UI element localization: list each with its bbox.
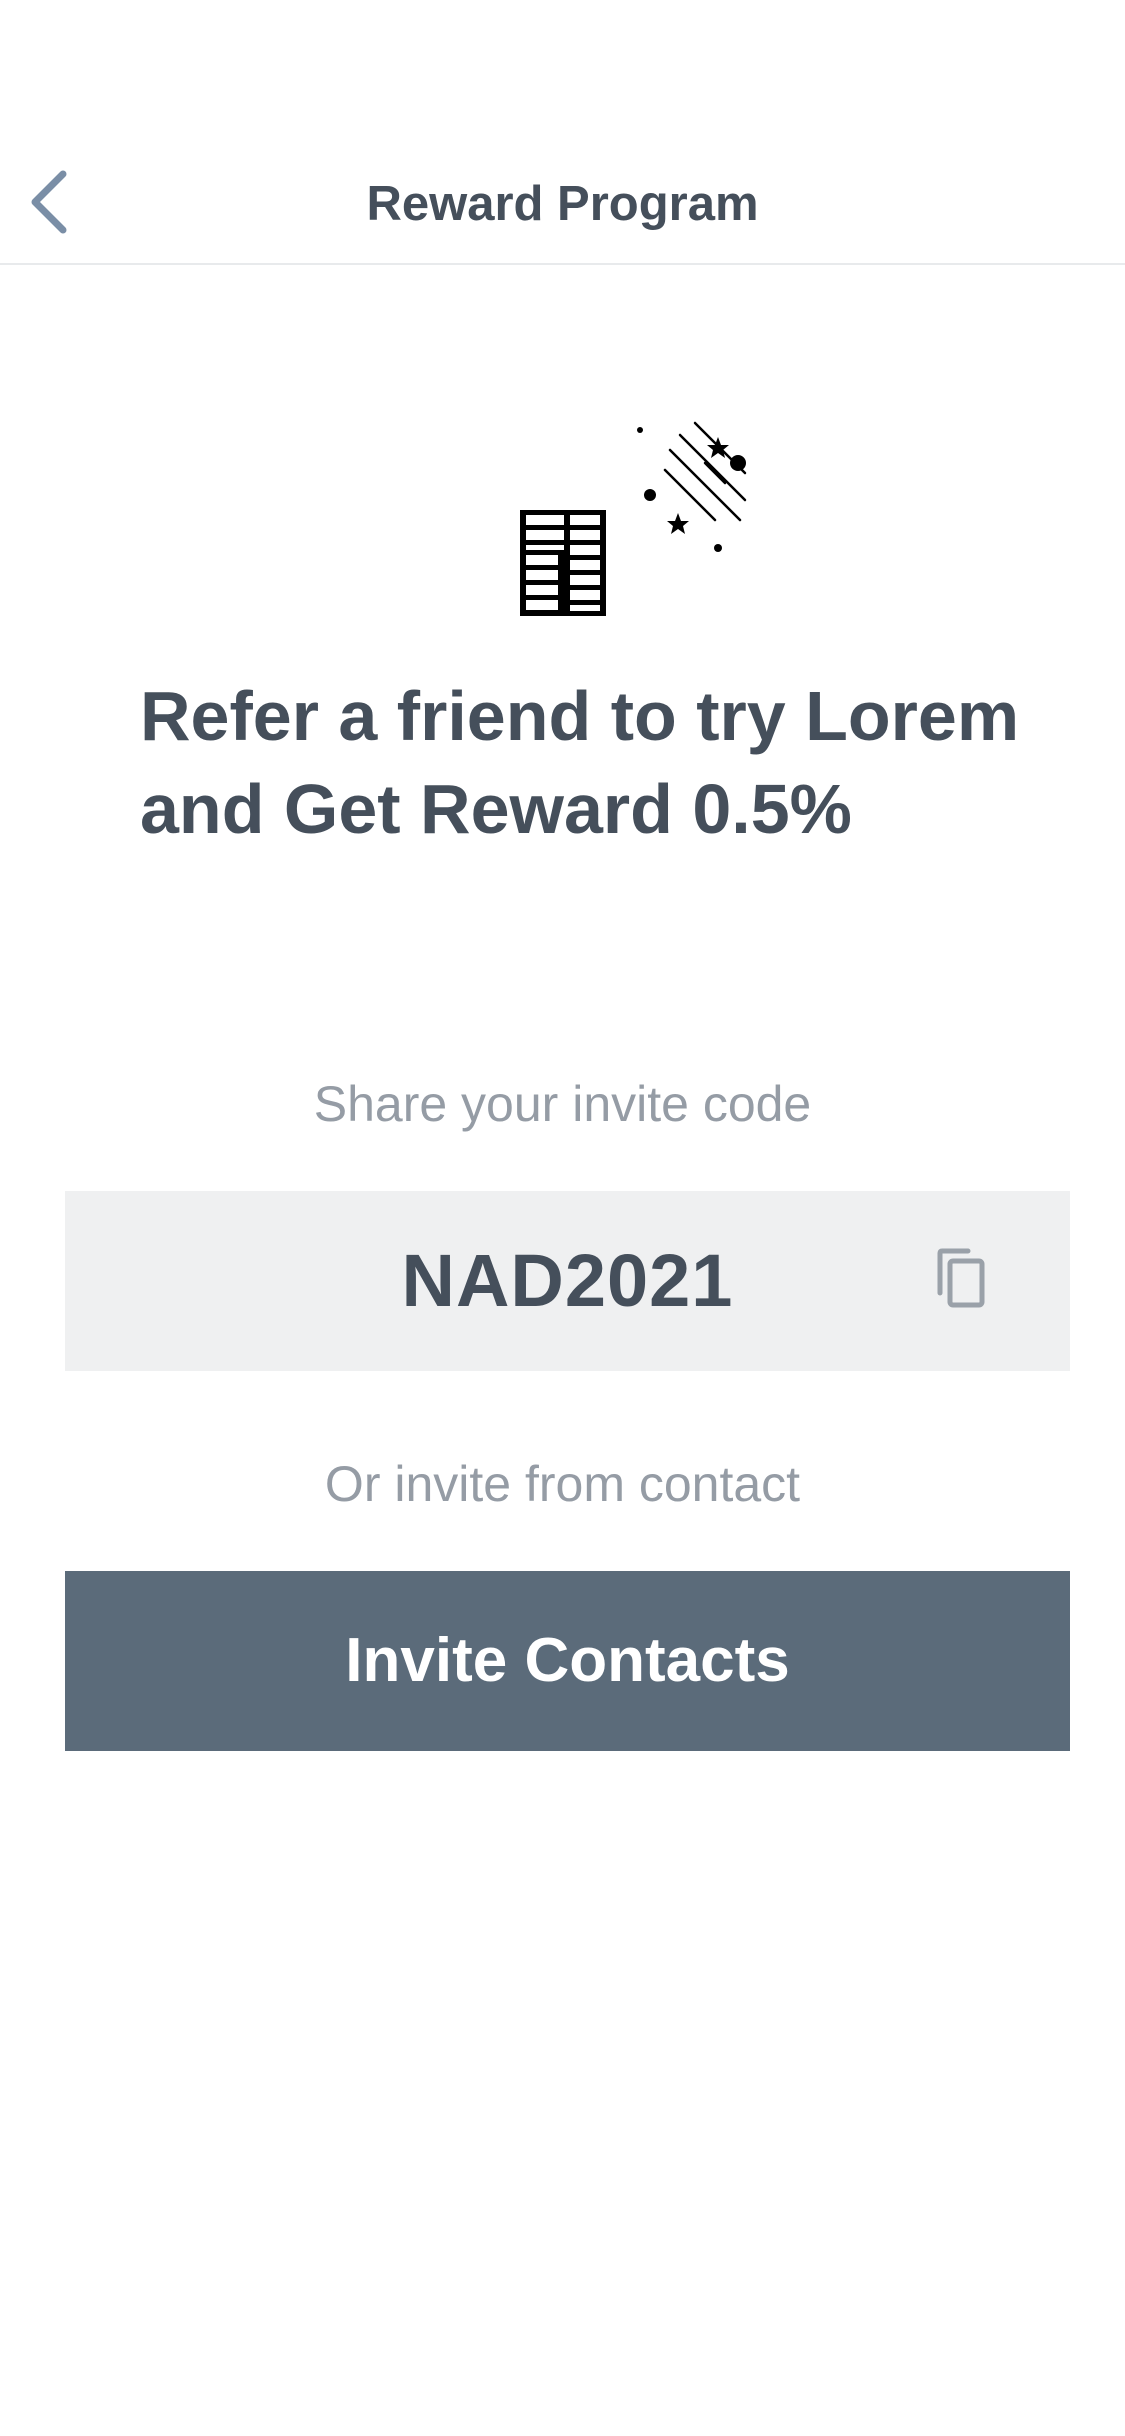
referral-headline: Refer a friend to try Lorem and Get Rewa… xyxy=(140,670,1040,856)
copy-icon xyxy=(932,1247,988,1316)
invite-code: NAD2021 xyxy=(401,1239,734,1322)
reward-program-screen: { "nav": { "title": "Reward Program", "b… xyxy=(0,0,1125,2436)
headline-line-1: Refer a friend to try Lorem xyxy=(140,677,1020,755)
navigation-bar: Reward Program xyxy=(0,145,1125,265)
reward-illustration xyxy=(500,405,780,625)
invite-contact-label: Or invite from contact xyxy=(324,1456,801,1512)
copy-code-button[interactable] xyxy=(925,1246,995,1316)
invite-code-box[interactable]: NAD2021 xyxy=(65,1191,1070,1371)
invite-contacts-button[interactable]: Invite Contacts xyxy=(65,1571,1070,1751)
share-code-label: Share your invite code xyxy=(313,1076,812,1132)
shooting-stars-icon xyxy=(637,421,747,552)
headline-line-2: and Get Reward 0.5% xyxy=(140,770,852,848)
coin-stack-icon xyxy=(520,510,606,616)
page-title: Reward Program xyxy=(366,177,759,231)
